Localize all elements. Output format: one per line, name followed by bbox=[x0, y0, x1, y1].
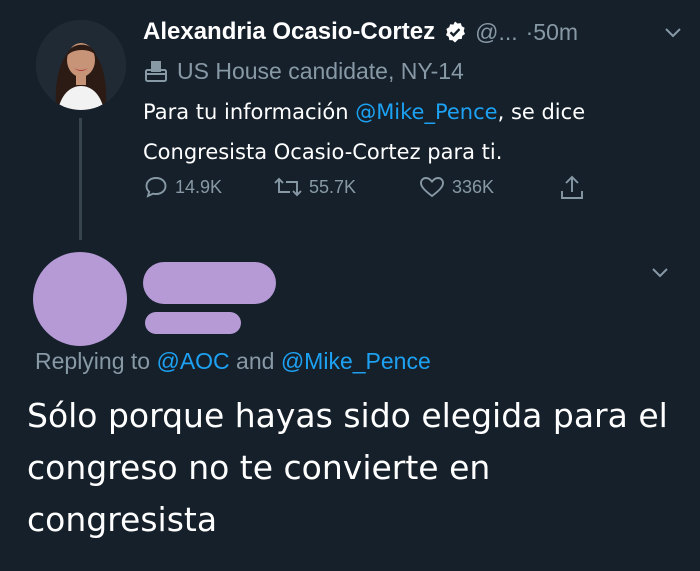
original-tweet[interactable]: Alexandria Ocasio-Cortez @... ·50m US Ho… bbox=[0, 0, 700, 240]
replying-to-line: Replying to @AOC and @Mike_Pence bbox=[35, 348, 431, 375]
retweet-count: 55.7K bbox=[309, 176, 357, 197]
chevron-down-icon[interactable] bbox=[663, 22, 683, 42]
tweet-header: Alexandria Ocasio-Cortez @... ·50m bbox=[143, 14, 683, 50]
candidate-label: US House candidate, NY-14 bbox=[143, 55, 464, 87]
tweet-text-start: Para tu información bbox=[143, 100, 356, 124]
reply-icon bbox=[145, 177, 167, 198]
replying-and: and bbox=[229, 348, 281, 374]
tweet-text: Para tu información @Mike_Pence, se dice… bbox=[143, 92, 663, 172]
mention-link[interactable]: @Mike_Pence bbox=[355, 100, 497, 124]
tweet-timestamp[interactable]: ·50m bbox=[526, 19, 578, 46]
candidate-label-text: US House candidate, NY-14 bbox=[177, 57, 464, 84]
redacted-handle bbox=[145, 312, 241, 334]
reply-tweet[interactable]: Replying to @AOC and @Mike_Pence Sólo po… bbox=[0, 240, 700, 571]
share-button[interactable] bbox=[558, 174, 592, 202]
share-icon bbox=[561, 175, 583, 199]
reply-count: 14.9K bbox=[175, 176, 223, 197]
verified-badge-icon bbox=[443, 20, 467, 44]
thread-connector-line bbox=[79, 118, 82, 240]
retweet-button[interactable]: 55.7K bbox=[273, 174, 356, 200]
author-handle[interactable]: @... bbox=[475, 19, 518, 46]
like-button[interactable]: 336K bbox=[418, 174, 494, 200]
author-avatar[interactable] bbox=[36, 20, 126, 110]
chevron-down-icon[interactable] bbox=[650, 262, 670, 282]
retweet-icon bbox=[274, 177, 302, 197]
redacted-name bbox=[143, 262, 276, 304]
avatar-photo bbox=[36, 20, 126, 110]
tweet-actions: 14.9K 55.7K 336K bbox=[143, 174, 603, 206]
replying-prefix: Replying to bbox=[35, 348, 157, 374]
ballot-box-icon bbox=[143, 58, 169, 84]
reply-button[interactable]: 14.9K bbox=[143, 174, 222, 200]
author-name[interactable]: Alexandria Ocasio-Cortez bbox=[143, 18, 435, 46]
reply-text: Sólo porque hayas sido elegida para el c… bbox=[27, 396, 668, 539]
like-count: 336K bbox=[452, 176, 495, 197]
mention-link-aoc[interactable]: @AOC bbox=[156, 348, 229, 374]
redacted-avatar bbox=[33, 252, 127, 346]
mention-link-pence[interactable]: @Mike_Pence bbox=[281, 348, 431, 374]
heart-icon bbox=[420, 177, 444, 198]
